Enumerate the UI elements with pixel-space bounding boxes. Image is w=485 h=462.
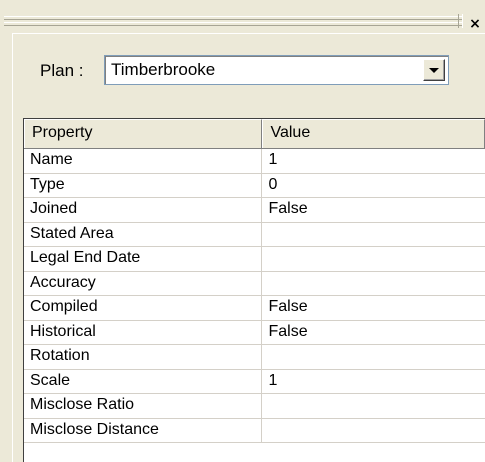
property-cell: Rotation — [24, 345, 263, 369]
table-row[interactable]: Historical False — [24, 320, 485, 345]
table-row[interactable]: Type 0 — [24, 173, 485, 198]
gripper-line — [4, 22, 463, 26]
table-row[interactable]: Scale 1 — [24, 369, 485, 394]
table-row[interactable]: Misclose Distance — [24, 418, 485, 443]
property-grid: Property Value Name 1 Type 0 Joined False Stat… — [23, 118, 485, 462]
value-cell[interactable]: 0 — [262, 174, 485, 198]
table-row[interactable]: Accuracy — [24, 271, 485, 296]
gripper-endcap — [458, 14, 463, 28]
table-row[interactable]: Compiled False — [24, 296, 485, 321]
table-row[interactable]: Rotation — [24, 345, 485, 370]
property-cell: Scale — [24, 369, 263, 393]
close-icon[interactable]: × — [467, 17, 483, 31]
value-cell[interactable] — [262, 345, 485, 369]
property-cell: Misclose Distance — [24, 418, 263, 442]
table-row[interactable]: Legal End Date — [24, 247, 485, 272]
property-cell: Legal End Date — [24, 247, 263, 271]
property-cell: Compiled — [24, 296, 263, 320]
value-cell[interactable]: False — [262, 198, 485, 222]
value-cell[interactable]: False — [262, 296, 485, 320]
table-row[interactable]: Name 1 — [24, 149, 485, 174]
value-cell[interactable] — [262, 394, 485, 418]
column-header-property[interactable]: Property — [24, 119, 263, 148]
table-row[interactable]: Joined False — [24, 198, 485, 223]
value-cell[interactable]: False — [262, 321, 485, 345]
plan-selected-value: Timberbrooke — [111, 60, 216, 79]
property-cell: Type — [24, 173, 263, 197]
plan-row: Plan : — [40, 58, 89, 84]
plan-dropdown[interactable]: Timberbrooke — [104, 55, 449, 85]
property-cell: Joined — [24, 198, 263, 222]
plan-label: Plan : — [40, 61, 84, 80]
property-cell: Accuracy — [24, 271, 263, 295]
table-row[interactable]: Stated Area — [24, 222, 485, 247]
property-cell: Historical — [24, 320, 263, 344]
value-cell[interactable]: 1 — [262, 149, 485, 173]
property-cell: Stated Area — [24, 222, 263, 246]
property-cell: Name — [24, 149, 263, 173]
value-cell[interactable] — [262, 272, 485, 296]
value-cell[interactable] — [262, 247, 485, 271]
value-cell[interactable]: 1 — [262, 370, 485, 394]
value-cell[interactable] — [262, 419, 485, 443]
value-cell[interactable] — [262, 223, 485, 247]
gripper-line — [4, 16, 463, 20]
column-header-value[interactable]: Value — [262, 119, 485, 148]
gripper-icon[interactable] — [0, 0, 467, 34]
grid-body: Name 1 Type 0 Joined False Stated Area Legal En… — [24, 149, 485, 443]
properties-panel: × Plan : Timberbrooke Property Value Nam… — [0, 0, 485, 462]
dropdown-button[interactable] — [423, 59, 445, 81]
grid-header: Property Value — [24, 119, 485, 149]
table-row[interactable]: Misclose Ratio — [24, 394, 485, 419]
property-cell: Misclose Ratio — [24, 394, 263, 418]
chevron-down-icon — [429, 67, 439, 73]
